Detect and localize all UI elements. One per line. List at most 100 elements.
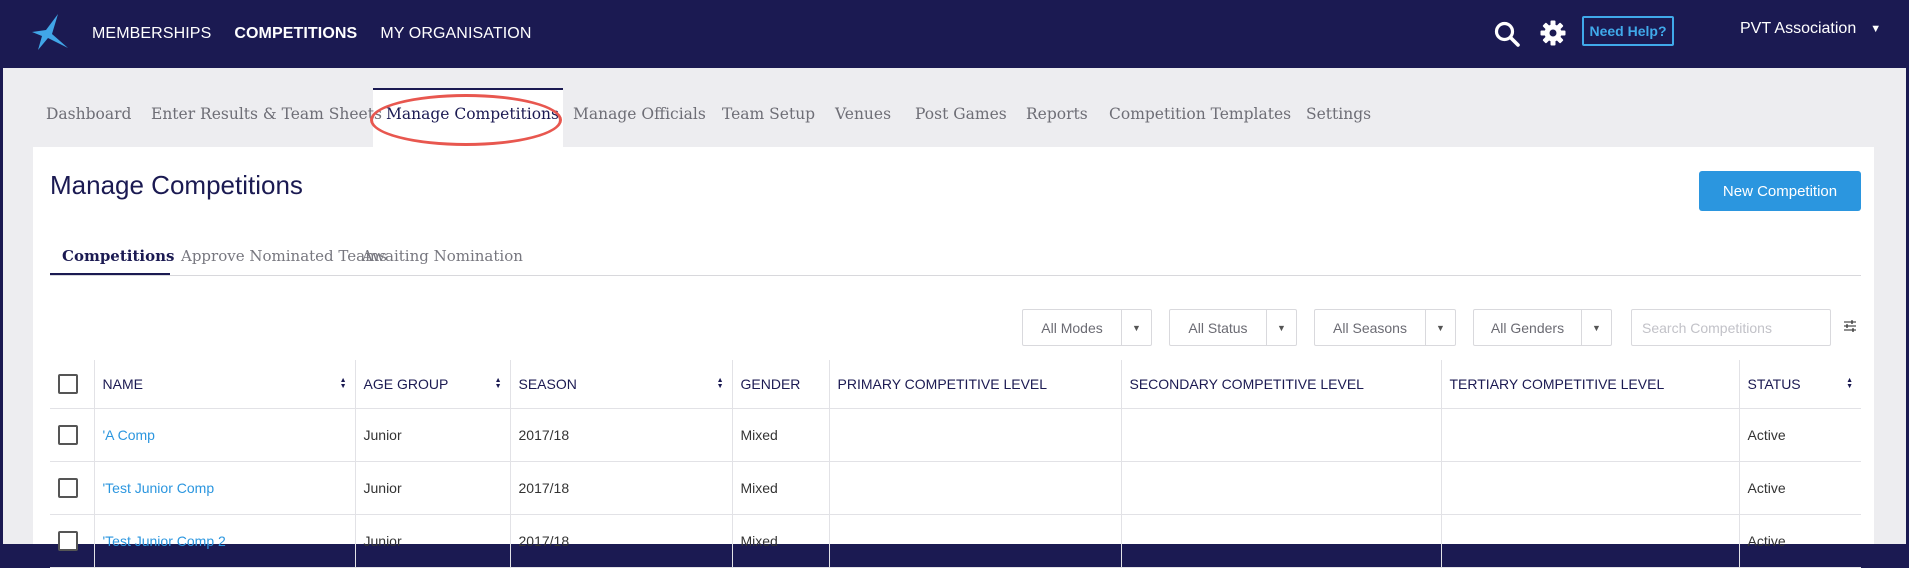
column-header-label: AGE GROUP	[363, 375, 449, 392]
main-card: Manage Competitions New Competition Comp…	[33, 147, 1874, 568]
cell-secondary-level	[1121, 408, 1442, 462]
row-checkbox[interactable]	[58, 477, 78, 498]
competitions-table: NAME ▲ ▼ AGE GROUP ▲ ▼ SEASON ▲ ▼ GENDER PRIMA…	[50, 360, 1861, 568]
sort-icon[interactable]: ▲ ▼	[717, 377, 724, 390]
tab-approve-nominated-teams[interactable]: Approve Nominated Teams	[181, 247, 387, 265]
main-nav: MEMBERSHIPS COMPETITIONS MY ORGANISATION	[92, 0, 554, 68]
column-header-age-group[interactable]: AGE GROUP ▲ ▼	[355, 360, 511, 409]
cell-secondary-level	[1121, 461, 1442, 515]
chevron-down-icon: ▼	[1266, 310, 1296, 345]
new-competition-button[interactable]: New Competition	[1699, 171, 1861, 211]
filter-seasons-label: All Seasons	[1333, 319, 1407, 336]
filter-status-label: All Status	[1188, 319, 1248, 336]
cell-tertiary-level	[1441, 461, 1740, 515]
cell-age-group: Junior	[355, 514, 511, 568]
filter-modes-label: All Modes	[1041, 319, 1103, 336]
cell-primary-level	[829, 408, 1122, 462]
cell-name: 'Test Junior Comp 2	[94, 514, 356, 568]
table-header-row: NAME ▲ ▼ AGE GROUP ▲ ▼ SEASON ▲ ▼ GENDER PRIMA…	[50, 360, 1861, 409]
nav-competitions[interactable]: COMPETITIONS	[234, 25, 357, 43]
subnav-competition-templates[interactable]: Competition Templates	[1109, 105, 1291, 123]
subnav-manage-officials[interactable]: Manage Officials	[573, 105, 706, 123]
column-header-label: TERTIARY COMPETITIVE LEVEL	[1449, 375, 1665, 392]
page-title: Manage Competitions	[50, 170, 303, 200]
search-icon[interactable]	[1493, 20, 1521, 48]
nav-memberships[interactable]: MEMBERSHIPS	[92, 25, 211, 43]
page-content: Dashboard Enter Results & Team Sheets Ma…	[3, 68, 1906, 568]
cell-tertiary-level	[1441, 514, 1740, 568]
cell-status: Active	[1739, 408, 1861, 462]
row-checkbox[interactable]	[58, 530, 78, 551]
filter-status-select[interactable]: All Status ▼	[1169, 309, 1297, 346]
column-header-label: PRIMARY COMPETITIVE LEVEL	[837, 375, 1048, 392]
cell-season: 2017/18	[510, 514, 733, 568]
subnav-post-games[interactable]: Post Games	[915, 105, 1007, 123]
top-navbar: MEMBERSHIPS COMPETITIONS MY ORGANISATION…	[0, 0, 1909, 68]
chevron-down-icon: ▼	[1581, 310, 1611, 345]
cell-age-group: Junior	[355, 461, 511, 515]
select-all-cell	[50, 360, 95, 409]
subnav-manage-competitions[interactable]: Manage Competitions	[386, 105, 559, 123]
competition-link[interactable]: 'A Comp	[103, 427, 155, 443]
row-checkbox[interactable]	[58, 424, 78, 445]
need-help-button[interactable]: Need Help?	[1582, 16, 1674, 46]
column-header-secondary-level: SECONDARY COMPETITIVE LEVEL	[1121, 360, 1442, 409]
sort-icon[interactable]: ▲ ▼	[495, 377, 502, 390]
competition-link[interactable]: 'Test Junior Comp 2	[103, 533, 226, 549]
cell-age-group: Junior	[355, 408, 511, 462]
subnav-enter-results[interactable]: Enter Results & Team Sheets	[151, 105, 382, 123]
chevron-down-icon: ▼	[1121, 310, 1151, 345]
filter-settings-icon[interactable]	[1843, 319, 1857, 333]
cell-status: Active	[1739, 461, 1861, 515]
column-header-status[interactable]: STATUS ▲ ▼	[1739, 360, 1861, 409]
cell-primary-level	[829, 461, 1122, 515]
filter-seasons-select[interactable]: All Seasons ▼	[1314, 309, 1456, 346]
cell-gender: Mixed	[732, 461, 830, 515]
cell-gender: Mixed	[732, 514, 830, 568]
nav-my-organisation[interactable]: MY ORGANISATION	[380, 25, 531, 43]
active-tab-underline	[50, 273, 170, 275]
logo-star-icon[interactable]	[30, 14, 70, 50]
search-competitions-input[interactable]	[1631, 309, 1831, 346]
filter-genders-label: All Genders	[1490, 319, 1565, 336]
sort-icon[interactable]: ▲ ▼	[1846, 377, 1853, 390]
column-header-season[interactable]: SEASON ▲ ▼	[510, 360, 733, 409]
filter-modes-select[interactable]: All Modes ▼	[1022, 309, 1152, 346]
table-row: 'A Comp Junior 2017/18 Mixed Active	[50, 408, 1861, 462]
filter-bar: All Modes ▼ All Status ▼ All Seasons ▼ A…	[33, 309, 1874, 349]
chevron-down-icon: ▼	[1870, 23, 1882, 35]
subnav-venues[interactable]: Venues	[835, 105, 891, 123]
column-header-tertiary-level: TERTIARY COMPETITIVE LEVEL	[1441, 360, 1740, 409]
competition-tabs: Competitions Approve Nominated Teams Awa…	[50, 233, 1861, 276]
chevron-down-icon: ▼	[1425, 310, 1455, 345]
organisation-dropdown[interactable]: PVT Association ▼	[1740, 20, 1881, 38]
cell-primary-level	[829, 514, 1122, 568]
filter-genders-select[interactable]: All Genders ▼	[1473, 309, 1612, 346]
table-row: 'Test Junior Comp Junior 2017/18 Mixed A…	[50, 461, 1861, 515]
cell-status: Active	[1739, 514, 1861, 568]
competition-link[interactable]: 'Test Junior Comp	[103, 480, 215, 496]
column-header-label: NAME	[102, 375, 143, 392]
cell-gender: Mixed	[732, 408, 830, 462]
table-row: 'Test Junior Comp 2 Junior 2017/18 Mixed…	[50, 514, 1861, 568]
subnav-dashboard[interactable]: Dashboard	[46, 105, 131, 123]
organisation-name: PVT Association	[1740, 20, 1857, 37]
subnav-team-setup[interactable]: Team Setup	[722, 105, 815, 123]
select-all-checkbox[interactable]	[58, 373, 78, 394]
column-header-label: GENDER	[740, 375, 801, 392]
subnav-settings[interactable]: Settings	[1306, 105, 1371, 123]
sort-icon[interactable]: ▲ ▼	[340, 377, 347, 390]
column-header-primary-level: PRIMARY COMPETITIVE LEVEL	[829, 360, 1122, 409]
column-header-label: SECONDARY COMPETITIVE LEVEL	[1129, 375, 1364, 392]
row-select-cell	[50, 461, 95, 515]
column-header-label: STATUS	[1747, 375, 1801, 392]
cell-season: 2017/18	[510, 408, 733, 462]
subnav-reports[interactable]: Reports	[1026, 105, 1088, 123]
cell-name: 'Test Junior Comp	[94, 461, 356, 515]
gear-icon[interactable]	[1539, 19, 1567, 47]
tab-competitions[interactable]: Competitions	[62, 247, 174, 265]
tab-awaiting-nomination[interactable]: Awaiting Nomination	[362, 247, 523, 265]
cell-secondary-level	[1121, 514, 1442, 568]
column-header-name[interactable]: NAME ▲ ▼	[94, 360, 356, 409]
column-header-label: SEASON	[518, 375, 577, 392]
